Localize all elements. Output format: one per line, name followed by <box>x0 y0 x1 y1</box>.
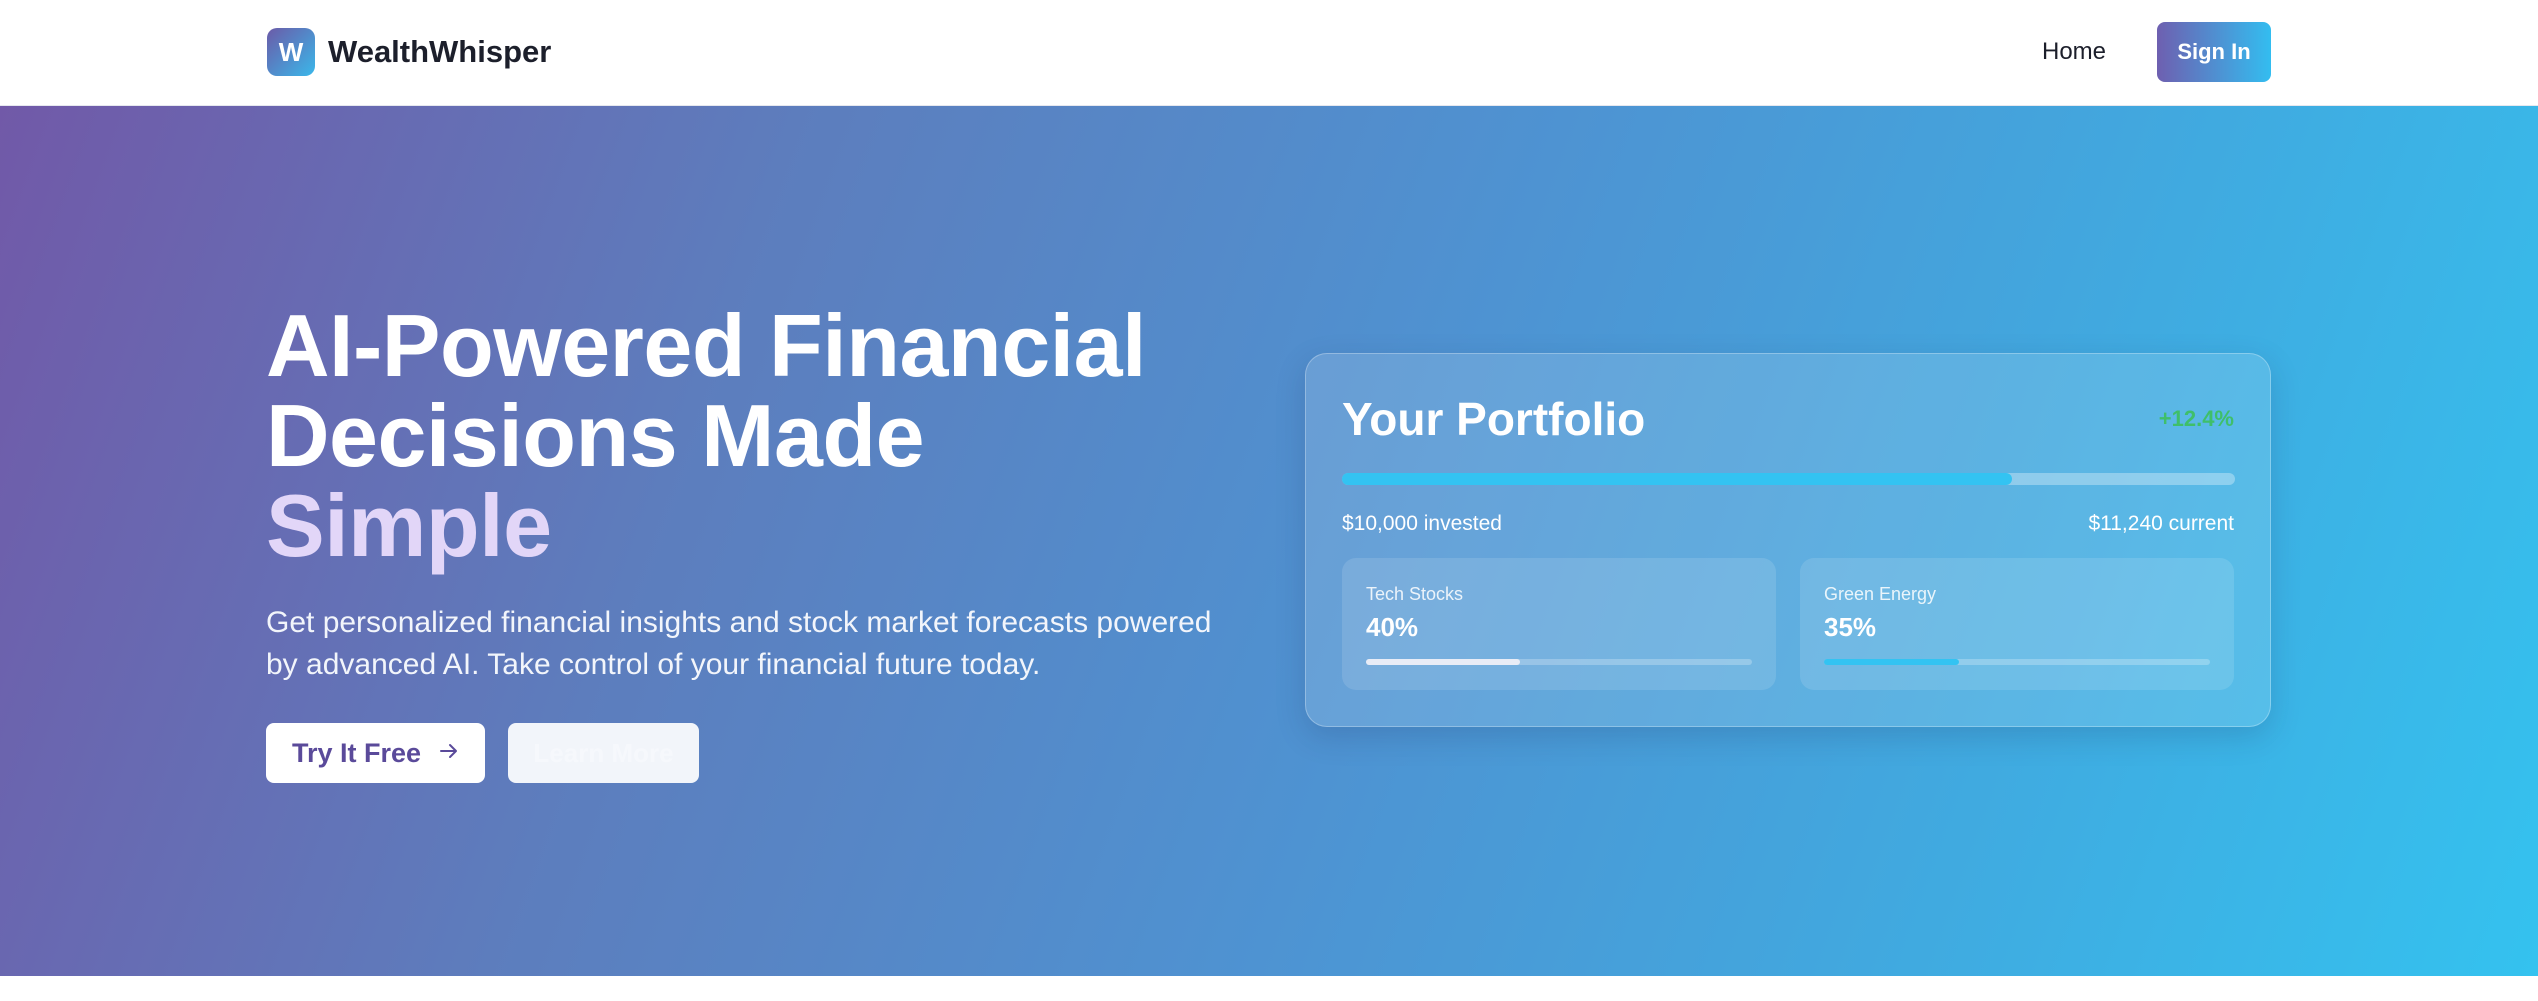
allocation-tile-green-energy: Green Energy 35% <box>1800 558 2234 690</box>
try-it-free-label: Try It Free <box>291 737 422 768</box>
top-navbar: W WealthWhisper Home Sign In <box>0 0 2538 106</box>
portfolio-progress-fill <box>1342 473 2012 485</box>
allocation-value: 40% <box>1366 612 1419 642</box>
portfolio-title: Your Portfolio <box>1342 393 1646 445</box>
portfolio-card: Your Portfolio +12.4% $10,000 invested $… <box>1305 353 2271 727</box>
try-it-free-button[interactable]: Try It Free <box>266 723 485 783</box>
hero-title-line-1: AI-Powered Financial <box>266 296 1146 395</box>
allocation-label: Tech Stocks <box>1366 584 1464 604</box>
nav-link-home[interactable]: Home <box>2020 30 2128 74</box>
portfolio-progress-track <box>1342 473 2235 485</box>
allocation-tile-tech-stocks: Tech Stocks 40% <box>1342 558 1776 690</box>
arrow-right-icon <box>439 739 459 767</box>
brand-logo-link[interactable]: W WealthWhisper <box>267 27 551 77</box>
allocation-progress-track <box>1824 659 2210 665</box>
learn-more-button[interactable]: Learn More <box>508 723 699 783</box>
invested-amount: $10,000 invested <box>1342 512 1502 535</box>
sign-in-button[interactable]: Sign In <box>2157 22 2271 82</box>
allocation-label: Green Energy <box>1824 584 1937 604</box>
brand-name: WealthWhisper <box>328 34 552 69</box>
logo-icon: W <box>267 28 315 76</box>
hero-title-accent: Simple <box>266 476 552 575</box>
hero-title: AI-Powered Financial Decisions Made Simp… <box>266 301 1246 571</box>
allocation-progress-fill <box>1824 659 1960 665</box>
allocation-value: 35% <box>1824 612 1877 642</box>
hero-title-line-2: Decisions Made <box>266 386 925 485</box>
hero-section: AI-Powered Financial Decisions Made Simp… <box>0 106 2538 976</box>
portfolio-change-badge: +12.4% <box>2158 406 2234 431</box>
allocation-progress-fill <box>1366 659 1521 665</box>
allocation-progress-track <box>1366 659 1752 665</box>
current-amount: $11,240 current <box>2088 512 2234 535</box>
hero-subtitle: Get personalized financial insights and … <box>266 606 1212 681</box>
